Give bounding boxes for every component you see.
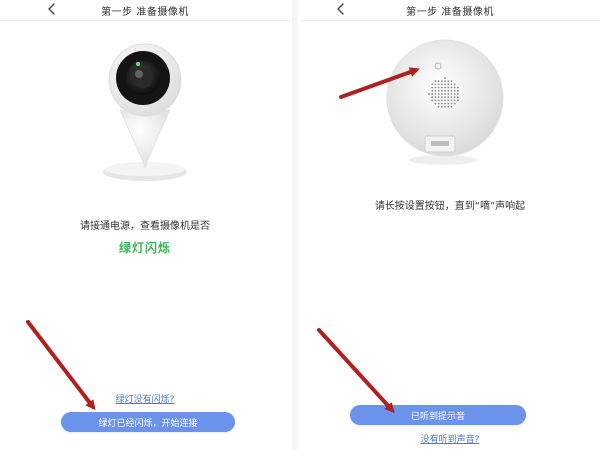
speaker-hole [434, 86, 437, 89]
speaker-hole [447, 86, 450, 89]
speaker-hole [444, 93, 446, 95]
page-title: 第一步 准备摄像机 [101, 7, 189, 18]
instruction-text: 请长按设置按钮，直到“嘀”声响起 [374, 201, 526, 212]
speaker-hole [453, 86, 456, 89]
step-screen-reset: 第一步 准备摄像机 请长按设置按钮，直到“嘀”声响起 已听到提示音 没有听到声音… [300, 0, 600, 450]
speaker-hole [440, 102, 443, 105]
speaker-hole [444, 83, 446, 86]
speaker-hole [437, 86, 440, 89]
speaker-hole [453, 96, 456, 99]
speaker-hole [440, 86, 443, 89]
header-bar: 第一步 准备摄像机 [0, 0, 290, 21]
speaker-hole [434, 80, 437, 83]
status-highlight: 绿灯闪烁 [118, 241, 171, 255]
speaker-hole [444, 102, 446, 105]
speaker-hole [437, 83, 440, 86]
speaker-hole [450, 83, 453, 86]
speaker-hole [447, 105, 450, 108]
speaker-hole [447, 96, 450, 99]
speaker-hole [437, 99, 440, 102]
speaker-hole [431, 93, 434, 95]
speaker-hole [431, 99, 434, 102]
speaker-hole [437, 105, 440, 108]
speaker-hole [447, 83, 450, 86]
speaker-hole [453, 93, 456, 95]
speaker-hole [431, 86, 434, 89]
speaker-hole [437, 102, 440, 105]
speaker-hole [450, 99, 453, 102]
speaker-hole [453, 89, 456, 92]
speaker-hole [447, 93, 450, 95]
speaker-hole [440, 96, 443, 99]
instruction-text: 请接通电源，查看摄像机是否 [80, 221, 210, 232]
step-screen-power: 第一步 准备摄像机 请接通电源，查看摄像机是否 绿灯闪烁 绿灯没有闪烁? 绿灯已… [0, 0, 290, 450]
speaker-hole [456, 89, 459, 92]
speaker-hole [453, 83, 456, 86]
speaker-hole [447, 99, 450, 102]
speaker-hole [450, 96, 453, 99]
speaker-hole [450, 93, 453, 95]
speaker-hole [447, 80, 450, 83]
speaker-hole [434, 93, 437, 95]
speaker-hole [434, 96, 437, 99]
speaker-hole [450, 86, 453, 89]
speaker-hole [431, 96, 434, 99]
speaker-hole [440, 83, 443, 86]
speaker-hole [453, 99, 456, 102]
no-sound-link[interactable]: 没有听到声音? [300, 432, 600, 445]
start-connect-button[interactable]: 绿灯已经闪烁，开始连接 [61, 412, 235, 432]
speaker-hole [437, 93, 440, 95]
speaker-hole [440, 89, 443, 92]
no-flash-link[interactable]: 绿灯没有闪烁? [0, 392, 290, 405]
speaker-hole [428, 93, 430, 95]
speaker-hole [456, 86, 459, 89]
speaker-hole [456, 96, 459, 99]
speaker-hole [440, 93, 443, 95]
speaker-hole [431, 89, 434, 92]
camera-illustration [103, 43, 187, 181]
speaker-hole [450, 80, 453, 83]
speaker-hole [440, 105, 443, 108]
header-bar: 第一步 准备摄像机 [300, 0, 600, 21]
speaker-hole [456, 99, 459, 102]
speaker-hole [437, 80, 440, 83]
speaker-hole [453, 102, 456, 105]
speaker-hole [447, 89, 450, 92]
speaker-hole [434, 102, 437, 105]
speaker-hole [434, 83, 437, 86]
speaker-hole [440, 80, 443, 83]
speaker-hole [444, 77, 446, 79]
page-title: 第一步 准备摄像机 [406, 7, 494, 18]
speaker-hole [450, 89, 453, 92]
speaker-hole [447, 102, 450, 105]
speaker-hole [434, 89, 437, 92]
speaker-hole [456, 93, 459, 95]
speaker-hole [444, 86, 446, 89]
speaker-hole [450, 105, 453, 108]
speaker-hole [444, 80, 446, 83]
heard-tone-button[interactable]: 已听到提示音 [350, 405, 526, 425]
camera-back-illustration [386, 39, 504, 165]
speaker-hole [431, 83, 434, 86]
speaker-hole [444, 96, 446, 99]
divider [292, 0, 298, 450]
speaker-hole [444, 105, 446, 108]
speaker-hole [437, 89, 440, 92]
speaker-hole [440, 99, 443, 102]
speaker-hole [437, 96, 440, 99]
speaker-hole [444, 89, 446, 92]
speaker-hole [444, 99, 446, 102]
speaker-hole [434, 99, 437, 102]
speaker-hole [450, 102, 453, 105]
